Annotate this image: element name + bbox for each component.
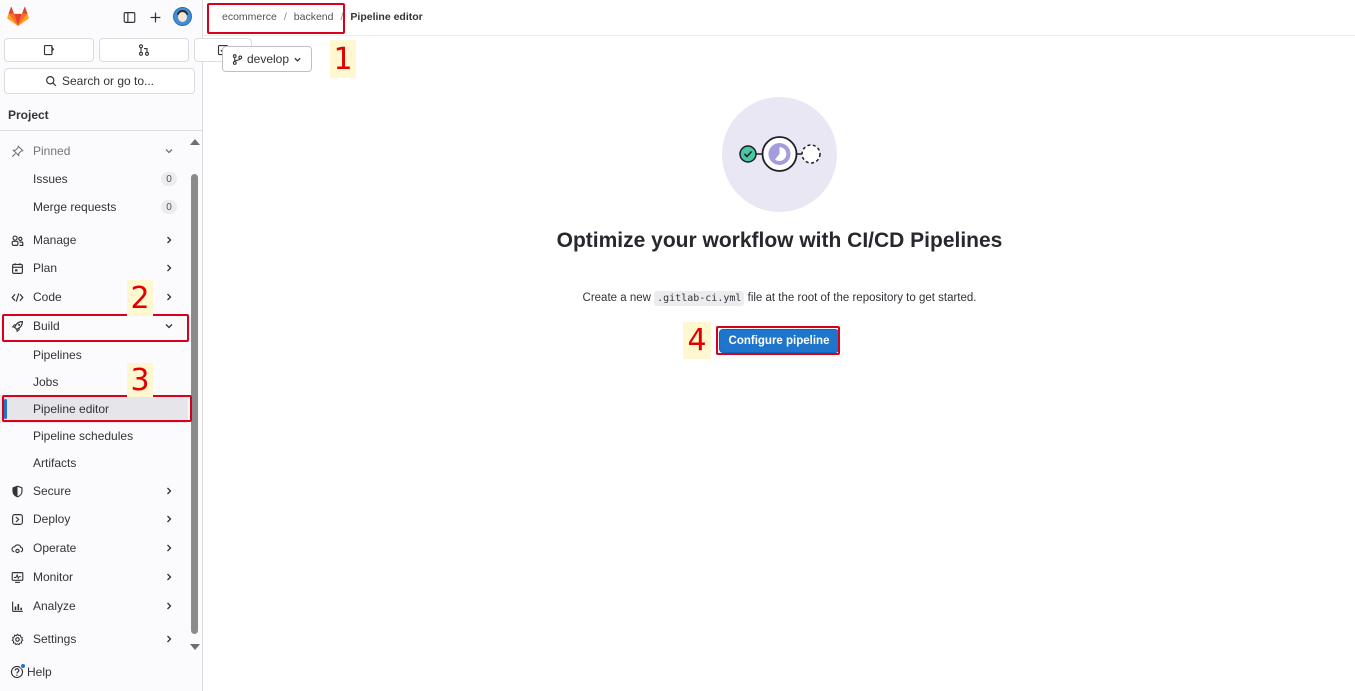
breadcrumb-current[interactable]: Pipeline editor xyxy=(350,11,422,23)
chevron-right-icon xyxy=(167,487,172,495)
code-icon xyxy=(10,290,24,304)
annotation-label-1: 1 xyxy=(330,40,356,78)
toggle-sidebar-icon[interactable] xyxy=(121,9,137,25)
create-new-icon[interactable] xyxy=(147,9,163,25)
scroll-up-arrow-icon[interactable] xyxy=(190,139,200,145)
sidebar-item-pipelines[interactable]: Pipelines xyxy=(0,341,188,369)
chevron-right-icon xyxy=(167,293,172,301)
annotation-box-4 xyxy=(716,326,840,355)
merge-requests-count-badge: 0 xyxy=(161,200,177,214)
sidebar-item-merge-requests[interactable]: Merge requests 0 xyxy=(0,193,188,221)
shield-icon xyxy=(10,484,24,498)
sidebar-item-secure[interactable]: Secure xyxy=(0,477,188,505)
empty-state-title: Optimize your workflow with CI/CD Pipeli… xyxy=(556,229,1003,252)
pinned-toggle[interactable]: Pinned xyxy=(0,137,188,165)
sidebar-item-issues[interactable]: Issues 0 xyxy=(0,165,188,193)
merge-requests-icon xyxy=(138,44,150,56)
pin-icon xyxy=(10,144,24,158)
annotation-label-4: 4 xyxy=(683,322,711,359)
chart-icon xyxy=(10,599,24,613)
sidebar-item-artifacts[interactable]: Artifacts xyxy=(0,449,188,477)
notification-dot xyxy=(20,663,26,669)
sidebar-item-deploy[interactable]: Deploy xyxy=(0,505,188,533)
sidebar-item-label: Artifacts xyxy=(33,456,77,470)
monitor-icon xyxy=(10,570,24,584)
sidebar-item-operate[interactable]: Operate xyxy=(0,534,188,562)
chevron-right-icon xyxy=(167,515,172,523)
sidebar-item-label: Deploy xyxy=(33,512,71,526)
app-window: Search or go to... Project Pinned Issues… xyxy=(0,0,1355,691)
sidebar-scrollbar[interactable] xyxy=(189,136,200,652)
sidebar-header xyxy=(0,0,202,36)
sidebar-item-settings[interactable]: Settings xyxy=(0,625,188,653)
annotation-box-3 xyxy=(2,395,192,422)
gitlab-logo-icon[interactable] xyxy=(7,7,29,27)
calendar-icon xyxy=(10,261,24,275)
sidebar: Search or go to... Project Pinned Issues… xyxy=(0,0,252,691)
sidebar-item-label: Secure xyxy=(33,484,72,498)
branch-selector[interactable]: develop xyxy=(222,46,312,72)
sidebar-item-label: Pipeline schedules xyxy=(33,429,134,443)
cloud-gear-icon xyxy=(10,541,24,555)
help-label: Help xyxy=(27,665,52,679)
description-text: file at the root of the repository to ge… xyxy=(747,292,977,304)
sidebar-item-label: Issues xyxy=(33,172,68,186)
sidebar-item-label: Settings xyxy=(33,632,77,646)
sidebar-item-pipeline-schedules[interactable]: Pipeline schedules xyxy=(0,422,188,450)
chevron-right-icon xyxy=(167,236,172,244)
sidebar-divider xyxy=(0,130,202,131)
sidebar-item-label: Pipelines xyxy=(33,348,82,362)
sidebar-item-label: Analyze xyxy=(33,599,76,613)
chevron-right-icon xyxy=(167,573,172,581)
search-button[interactable]: Search or go to... xyxy=(4,68,195,94)
chevron-down-icon xyxy=(165,149,173,154)
sidebar-item-label: Jobs xyxy=(33,375,59,389)
sidebar-item-label: Monitor xyxy=(33,570,74,584)
section-title: Project xyxy=(8,108,49,122)
sidebar-item-code[interactable]: Code xyxy=(0,283,188,311)
scrollbar-thumb[interactable] xyxy=(191,174,198,634)
annotation-box-2 xyxy=(2,314,189,342)
pinned-label: Pinned xyxy=(33,144,71,158)
search-icon xyxy=(46,76,57,87)
sidebar-item-jobs[interactable]: Jobs xyxy=(0,368,188,396)
pipeline-illustration xyxy=(722,97,837,212)
sidebar-item-label: Manage xyxy=(33,233,77,247)
annotation-label-2: 2 xyxy=(127,280,153,316)
sidebar-item-plan[interactable]: Plan xyxy=(0,254,188,282)
empty-state-description: Create a new .gitlab-ci.yml file at the … xyxy=(503,291,1056,306)
scroll-down-arrow-icon[interactable] xyxy=(190,644,200,650)
branch-label: develop xyxy=(246,52,290,66)
issues-icon xyxy=(43,44,55,56)
sidebar-item-manage[interactable]: Manage xyxy=(0,226,188,254)
sidebar-item-monitor[interactable]: Monitor xyxy=(0,563,188,591)
gear-icon xyxy=(10,632,24,646)
sidebar-item-analyze[interactable]: Analyze xyxy=(0,592,188,620)
top-bar: ecommerce / backend / Pipeline editor xyxy=(203,0,1355,36)
sidebar-item-label: Code xyxy=(33,290,62,304)
branch-icon xyxy=(232,53,243,65)
config-filename: .gitlab-ci.yml xyxy=(654,291,745,306)
sidebar-item-label: Merge requests xyxy=(33,200,117,214)
annotation-box-1 xyxy=(207,3,345,34)
help-button[interactable]: Help xyxy=(10,663,52,679)
search-label: Search or go to... xyxy=(61,74,155,88)
issues-shortcut-button[interactable] xyxy=(4,38,94,62)
sidebar-item-label: Plan xyxy=(33,261,58,275)
chevron-right-icon xyxy=(167,544,172,552)
chevron-down-icon xyxy=(294,57,301,62)
chevron-right-icon xyxy=(167,264,172,272)
users-icon xyxy=(10,233,24,247)
user-avatar[interactable] xyxy=(173,7,192,26)
merge-requests-shortcut-button[interactable] xyxy=(99,38,189,62)
annotation-label-3: 3 xyxy=(127,363,153,398)
chevron-right-icon xyxy=(167,635,172,643)
chevron-right-icon xyxy=(167,602,172,610)
deploy-icon xyxy=(10,512,24,526)
issues-count-badge: 0 xyxy=(161,172,177,186)
description-text: Create a new xyxy=(582,292,651,304)
sidebar-item-label: Operate xyxy=(33,541,77,555)
